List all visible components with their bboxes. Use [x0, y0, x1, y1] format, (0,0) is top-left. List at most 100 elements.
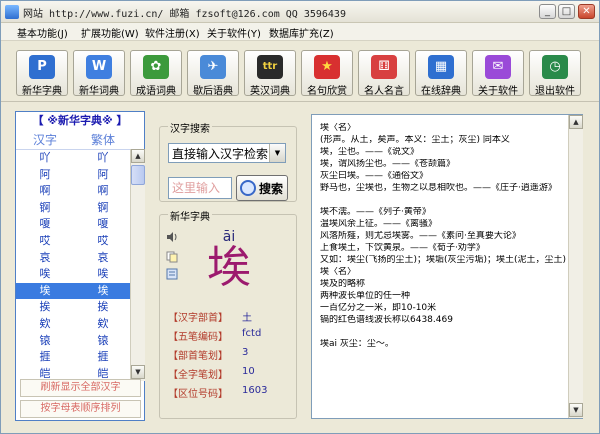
list-item[interactable]: 嗄嗄: [16, 216, 130, 233]
char-simplified: 锿: [39, 333, 51, 347]
search-icon: [240, 180, 256, 196]
list-scrollbar[interactable]: ▲ ▼: [130, 149, 145, 381]
online-dict-icon: ▦: [428, 55, 454, 79]
xinhua-dict-button[interactable]: P 新华字典: [16, 50, 68, 97]
chevron-down-icon[interactable]: ▼: [269, 144, 285, 162]
big-character: 埃: [207, 242, 251, 293]
online-dict-button[interactable]: ▦ 在线辞典: [415, 50, 467, 97]
char-simplified: 嗄: [39, 217, 51, 231]
char-simplified: 阿: [39, 167, 51, 181]
list-item[interactable]: 啊啊: [16, 183, 130, 200]
menu-database[interactable]: 数据库扩充(Z): [269, 25, 334, 40]
definition-line: 又如：埃尘(飞扬的尘土)；埃垢(灰尘污垢)；埃土(泥土，尘土): [320, 255, 566, 265]
menu-extended[interactable]: 扩展功能(W): [81, 25, 139, 40]
search-button[interactable]: 搜索: [236, 175, 288, 201]
definition-line: 温埃风余上征。——《离骚》: [320, 219, 438, 229]
list-item[interactable]: 锕锕: [16, 200, 130, 217]
xinhua-dict-icon: P: [29, 55, 55, 79]
char-list-panel: 【 ※新华字典※ 】 汉字 繁体 吖吖阿阿啊啊锕锕嗄嗄哎哎哀哀唉唉埃埃挨挨欸欸锿…: [15, 111, 145, 421]
list-item[interactable]: 吖吖: [16, 150, 130, 167]
scroll-down-arrow[interactable]: ▼: [131, 365, 145, 379]
close-button[interactable]: ✕: [578, 4, 595, 19]
list-item[interactable]: 哀哀: [16, 250, 130, 267]
definition-scrollbar[interactable]: ▲ ▼: [568, 115, 583, 418]
char-simplified: 哀: [39, 250, 51, 264]
char-traditional: 哎: [97, 233, 109, 247]
maximize-button[interactable]: □: [558, 4, 575, 19]
list-item[interactable]: 锿锿: [16, 333, 130, 350]
xinhua-word-button[interactable]: W 新华词典: [73, 50, 125, 97]
exit-label: 退出软件: [535, 86, 575, 97]
search-input[interactable]: 这里输入: [168, 177, 232, 199]
info-label: 【部首笔划】: [168, 351, 228, 362]
idiom-dict-button[interactable]: ✿ 成语词典: [130, 50, 182, 97]
list-item[interactable]: 欸欸: [16, 316, 130, 333]
definition-textarea[interactable]: 埃〈名〉 (形声。从土，矣声。本义：尘土；灰尘) 同本义 埃，尘也。——《说文》埃，…: [311, 114, 583, 419]
char-simplified: 吖: [39, 151, 51, 164]
definition-line: 埃及的略称: [320, 279, 366, 289]
search-group-title: 汉字搜索: [168, 120, 212, 135]
quote-button[interactable]: ★ 名句欣赏: [301, 50, 353, 97]
info-value: 土: [242, 313, 252, 324]
menu-about[interactable]: 关于软件(Y): [207, 25, 261, 40]
refresh-all-button[interactable]: 刷新显示全部汉字: [20, 379, 141, 397]
scroll-up-arrow[interactable]: ▲: [131, 149, 145, 163]
list-item[interactable]: 埃埃: [16, 282, 130, 300]
char-traditional: 唉: [97, 267, 109, 281]
scroll-down-arrow[interactable]: ▼: [569, 403, 583, 417]
sort-alphabet-button[interactable]: 按字母表顺序排列: [20, 400, 141, 418]
menu-bar: 基本功能(J) 扩展功能(W) 软件注册(X) 关于软件(Y) 数据库扩充(Z): [1, 23, 599, 41]
list-item[interactable]: 捱捱: [16, 349, 130, 366]
window-title: 网站 http://www.fuzi.cn/ 邮箱 fzsoft@126.com…: [23, 9, 346, 20]
exit-button[interactable]: ◷ 退出软件: [529, 50, 581, 97]
list-item[interactable]: 阿阿: [16, 167, 130, 184]
char-traditional: 捱: [97, 350, 109, 364]
info-value: fctd: [242, 328, 262, 339]
col-simplified[interactable]: 汉字: [18, 131, 72, 149]
about-icon: ✉: [485, 55, 511, 79]
definition-line: 埃，谓风扬尘也。——《苍颉篇》: [320, 159, 456, 169]
char-traditional: 锿: [97, 333, 109, 347]
scroll-up-arrow[interactable]: ▲: [569, 115, 583, 129]
search-mode-select[interactable]: 直接输入汉字检索 ▼: [168, 143, 286, 163]
col-traditional[interactable]: 繁体: [76, 131, 130, 149]
about-button[interactable]: ✉ 关于软件: [472, 50, 524, 97]
dict-card-title: 新华字典: [168, 208, 212, 223]
quote-star-icon: ★: [314, 55, 340, 79]
xiehouyu-button[interactable]: ✈ 歇后语典: [187, 50, 239, 97]
app-icon: [5, 5, 19, 19]
list-item[interactable]: 哎哎: [16, 233, 130, 250]
en-cn-dict-button[interactable]: ttr 英汉词典: [244, 50, 296, 97]
quote-label: 名句欣赏: [307, 86, 347, 97]
list-item[interactable]: 唉唉: [16, 266, 130, 283]
search-group: 汉字搜索 直接输入汉字检索 ▼ 这里输入 搜索: [159, 120, 297, 202]
list-item[interactable]: 挨挨: [16, 299, 130, 316]
char-simplified: 欸: [39, 316, 51, 330]
minimize-button[interactable]: _: [539, 4, 556, 19]
info-row-wubi: 【五笔编码】 fctd: [168, 328, 292, 343]
char-simplified: 埃: [39, 283, 51, 297]
char-simplified: 唉: [39, 267, 51, 281]
toolbar: P 新华字典 W 新华词典 ✿ 成语词典 ✈ 歇后语典 ttr 英汉词典 ★ 名…: [1, 42, 599, 102]
title-bar[interactable]: 网站 http://www.fuzi.cn/ 邮箱 fzsoft@126.com…: [1, 1, 599, 23]
definition-line: 野马也，尘埃也，生物之以息相吹也。——《庄子·逍遥游》: [320, 183, 557, 193]
char-traditional: 欸: [97, 316, 109, 330]
char-simplified: 锕: [39, 200, 51, 214]
char-list: 吖吖阿阿啊啊锕锕嗄嗄哎哎哀哀唉唉埃埃挨挨欸欸锿锿捱捱皑皑: [16, 149, 130, 381]
definition-line: 埃，尘也。——《说文》: [320, 147, 420, 157]
info-value: 3: [242, 347, 249, 358]
famous-saying-button[interactable]: ⚅ 名人名言: [358, 50, 410, 97]
menu-basic[interactable]: 基本功能(J): [17, 25, 68, 40]
char-simplified: 哎: [39, 233, 51, 247]
definition-line: 埃〈名〉: [320, 123, 357, 133]
info-label: 【五笔编码】: [168, 332, 228, 343]
panel-header: 【 ※新华字典※ 】: [16, 112, 144, 130]
xiehouyu-label: 歇后语典: [193, 86, 233, 97]
info-label: 【区位号码】: [168, 389, 228, 400]
definition-line: 一百亿分之一米，即10-10米: [320, 303, 437, 313]
idiom-dict-icon: ✿: [143, 55, 169, 79]
scroll-thumb[interactable]: [131, 165, 145, 185]
menu-register[interactable]: 软件注册(X): [145, 25, 200, 40]
exit-icon: ◷: [542, 55, 568, 79]
definition-line: (形声。从土，矣声。本义：尘土；灰尘) 同本义: [320, 135, 510, 145]
